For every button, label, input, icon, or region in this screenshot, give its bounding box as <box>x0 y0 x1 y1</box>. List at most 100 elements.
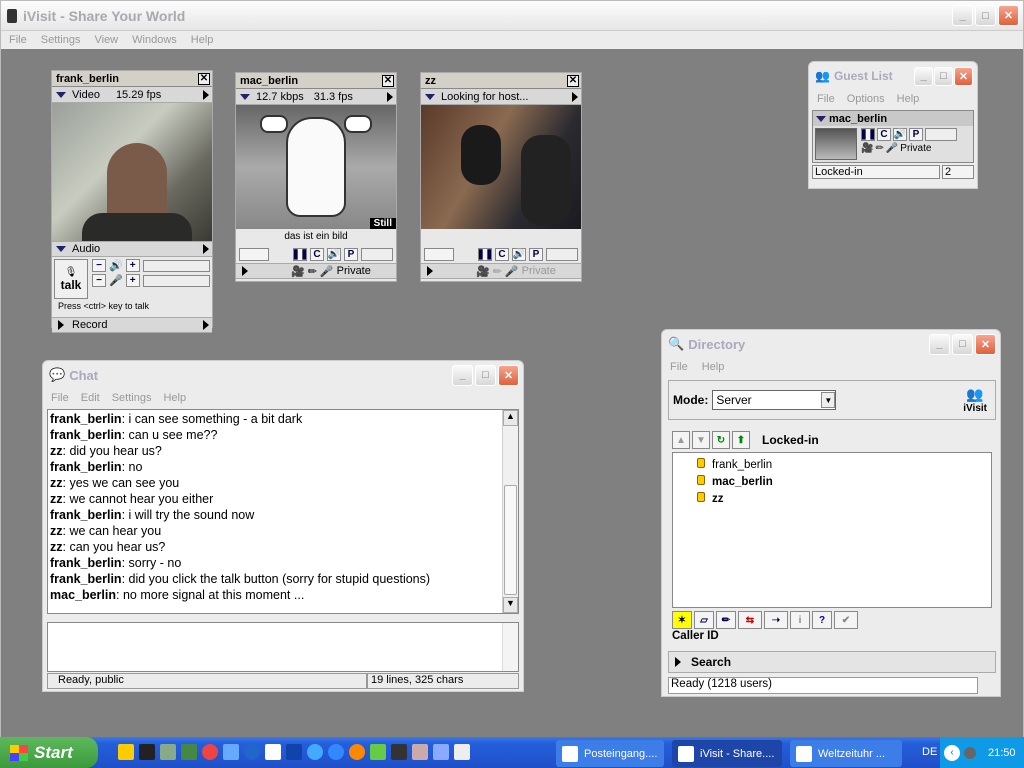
maximize-button[interactable]: □ <box>934 66 953 86</box>
mode-select[interactable]: Server ▼ <box>712 390 837 410</box>
c-button[interactable]: C <box>495 247 509 261</box>
connect-icon[interactable]: ⇆ <box>738 611 762 629</box>
video-title-zz[interactable]: zz ✕ <box>421 73 581 89</box>
pause-button[interactable]: ❚❚ <box>292 247 308 261</box>
maximize-button[interactable]: □ <box>952 333 973 355</box>
user-list[interactable]: frank_berlin mac_berlin zz <box>672 452 992 608</box>
radiation-icon[interactable] <box>118 744 134 760</box>
directory-titlebar[interactable]: 🔍 Directory _ □ ✕ <box>662 330 1000 358</box>
pause-button[interactable]: ❚❚ <box>860 128 876 141</box>
close-button[interactable]: ✕ <box>498 364 519 386</box>
app-icon[interactable] <box>181 744 197 760</box>
private-label[interactable]: Private <box>337 265 371 277</box>
minimize-button[interactable]: _ <box>452 364 473 386</box>
pencil-icon[interactable]: ✏ <box>716 611 736 629</box>
up-arrow-icon[interactable]: ▲ <box>672 431 690 449</box>
p-button[interactable]: P <box>344 247 358 261</box>
maximize-button[interactable]: □ <box>975 5 996 26</box>
tray-app-icon[interactable] <box>964 746 976 759</box>
maximize-button[interactable]: □ <box>475 364 496 386</box>
directory-user[interactable]: zz <box>697 491 991 508</box>
video-status-zz[interactable]: Looking for host... <box>421 89 581 105</box>
check-icon[interactable]: ✔ <box>834 611 858 629</box>
app-icon[interactable] <box>412 744 428 760</box>
video-title-mac[interactable]: mac_berlin ✕ <box>236 73 396 89</box>
app-icon[interactable] <box>433 744 449 760</box>
pencil-icon[interactable]: ✏ <box>875 143 883 154</box>
menu-settings[interactable]: Settings <box>41 34 81 46</box>
task-weltzeituhr[interactable]: Weltzeituhr ... <box>790 740 902 767</box>
minimize-button[interactable]: _ <box>914 66 933 86</box>
c-button[interactable]: C <box>877 128 891 141</box>
close-icon[interactable]: ✕ <box>567 74 579 87</box>
star-icon[interactable]: ✶ <box>672 611 692 629</box>
ie-icon[interactable] <box>328 744 344 760</box>
ie-icon[interactable] <box>307 744 323 760</box>
eye-icon[interactable] <box>244 744 260 760</box>
app-icon[interactable] <box>370 744 386 760</box>
chrome-icon[interactable] <box>202 744 218 760</box>
close-icon[interactable]: ✕ <box>198 72 210 85</box>
close-button[interactable]: ✕ <box>975 333 996 355</box>
word-icon[interactable] <box>265 744 281 760</box>
pencil-icon[interactable]: ✏ <box>493 265 502 278</box>
menu-help[interactable]: Help <box>191 34 214 46</box>
mic-icon[interactable]: 🎤 <box>320 265 334 278</box>
video-select-dropdown[interactable] <box>424 247 454 261</box>
call-icon[interactable]: ➝ <box>764 611 788 629</box>
video-select-dropdown[interactable] <box>239 247 269 261</box>
close-icon[interactable]: ✕ <box>382 74 394 87</box>
task-posteingang[interactable]: Posteingang.... <box>556 740 664 767</box>
p-button[interactable]: P <box>909 128 923 141</box>
menu-windows[interactable]: Windows <box>132 34 177 46</box>
n-app-icon[interactable] <box>139 744 155 760</box>
task-ivisit[interactable]: iVisit - Share.... <box>672 740 782 767</box>
image-icon[interactable] <box>160 744 176 760</box>
network-icon[interactable] <box>286 744 302 760</box>
mic-up-button[interactable]: + <box>125 274 140 287</box>
menu-arrow-icon[interactable] <box>203 89 209 100</box>
directory-user[interactable]: mac_berlin <box>697 474 991 491</box>
chat-log[interactable]: frank_berlin: i can see something - a bi… <box>47 409 519 614</box>
speaker-button[interactable]: 🔊 <box>327 247 341 261</box>
p-button[interactable]: P <box>529 247 543 261</box>
directory-user[interactable]: frank_berlin <box>697 457 991 474</box>
mic-down-button[interactable]: − <box>92 274 106 287</box>
refresh-icon[interactable]: ↻ <box>712 431 730 449</box>
upload-icon[interactable]: ⬆ <box>732 431 750 449</box>
camera-icon[interactable]: 🎥 <box>476 265 490 278</box>
private-label[interactable]: Private <box>900 143 931 154</box>
c-button[interactable]: C <box>310 247 324 261</box>
minimize-button[interactable]: _ <box>929 333 950 355</box>
mic-icon[interactable]: 🎤 <box>886 143 898 154</box>
record-row[interactable]: Record <box>52 317 212 333</box>
app-icon[interactable] <box>391 744 407 760</box>
record-expand-icon[interactable] <box>58 320 64 330</box>
pencil-icon[interactable]: ✏ <box>308 265 317 278</box>
pause-button[interactable]: ❚❚ <box>477 247 493 261</box>
private-label[interactable]: Private <box>522 265 556 277</box>
firefox-icon[interactable] <box>349 744 365 760</box>
scroll-up-button[interactable]: ▲ <box>503 410 518 426</box>
app-icon[interactable] <box>223 744 239 760</box>
scroll-thumb[interactable] <box>504 485 517 595</box>
close-button[interactable]: ✕ <box>954 66 973 86</box>
eraser-icon[interactable]: ▱ <box>694 611 714 629</box>
chevron-down-icon[interactable]: ▼ <box>821 392 836 408</box>
tray-expand-icon[interactable]: ‹ <box>944 744 960 761</box>
search-expand-icon[interactable] <box>675 657 681 667</box>
guest-list-titlebar[interactable]: 👥 Guest List _ □ ✕ <box>809 62 977 90</box>
close-button[interactable]: ✕ <box>998 5 1019 26</box>
expand-icon[interactable] <box>242 266 248 276</box>
talk-button[interactable]: 🎙 talk <box>54 259 88 299</box>
menu-file[interactable]: File <box>9 34 27 46</box>
collapse-triangle-icon[interactable] <box>56 91 66 98</box>
menu-view[interactable]: View <box>94 34 118 46</box>
start-button[interactable]: Start <box>0 737 98 768</box>
chat-scrollbar[interactable]: ▲ ▼ <box>502 410 518 613</box>
video-title-frank[interactable]: frank_berlin ✕ <box>52 71 212 87</box>
chat-input[interactable] <box>47 622 519 672</box>
video-status-mac[interactable]: 12.7 kbps 31.3 fps <box>236 89 396 105</box>
speaker-button[interactable]: 🔊 <box>512 247 526 261</box>
chat-titlebar[interactable]: 💬 Chat _ □ ✕ <box>43 361 523 389</box>
